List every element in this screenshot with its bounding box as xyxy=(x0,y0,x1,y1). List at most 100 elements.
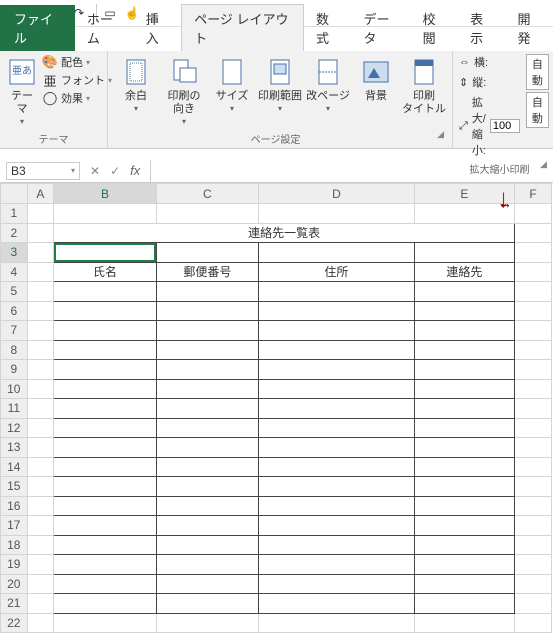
cell[interactable] xyxy=(156,438,258,458)
cell[interactable] xyxy=(27,379,54,399)
row-header[interactable]: 4 xyxy=(1,262,28,282)
cell[interactable] xyxy=(54,379,156,399)
scale-input[interactable] xyxy=(490,119,520,133)
cell[interactable] xyxy=(27,613,54,633)
cell[interactable] xyxy=(259,438,415,458)
col-header-d[interactable]: D xyxy=(259,184,415,204)
cell[interactable] xyxy=(27,223,54,243)
cell[interactable] xyxy=(156,535,258,555)
cell[interactable] xyxy=(515,282,552,302)
cell[interactable] xyxy=(27,262,54,282)
cell[interactable] xyxy=(414,555,514,575)
title-cell[interactable]: 連絡先一覧表 xyxy=(54,223,515,243)
cell[interactable] xyxy=(414,418,514,438)
cell[interactable] xyxy=(54,555,156,575)
cell[interactable] xyxy=(54,457,156,477)
cell[interactable] xyxy=(156,496,258,516)
row-header[interactable]: 3 xyxy=(1,243,28,263)
cell[interactable] xyxy=(259,477,415,497)
cell[interactable] xyxy=(156,340,258,360)
cell[interactable] xyxy=(27,516,54,536)
row-header[interactable]: 6 xyxy=(1,301,28,321)
cell[interactable] xyxy=(414,457,514,477)
cell[interactable] xyxy=(259,360,415,380)
cell[interactable] xyxy=(54,574,156,594)
cell[interactable] xyxy=(259,574,415,594)
row-header[interactable]: 1 xyxy=(1,204,28,224)
cell[interactable] xyxy=(156,457,258,477)
enter-icon[interactable]: ✓ xyxy=(110,164,120,178)
cell[interactable] xyxy=(27,340,54,360)
themes-button[interactable]: 亜あ テーマ ▾ xyxy=(6,54,38,126)
cell[interactable] xyxy=(515,496,552,516)
cell[interactable] xyxy=(259,457,415,477)
cell[interactable] xyxy=(414,535,514,555)
cell[interactable] xyxy=(54,399,156,419)
cell[interactable] xyxy=(156,555,258,575)
cell[interactable] xyxy=(515,262,552,282)
cell[interactable] xyxy=(259,555,415,575)
cell[interactable] xyxy=(54,282,156,302)
row-header[interactable]: 5 xyxy=(1,282,28,302)
col-header-a[interactable]: A xyxy=(27,184,54,204)
dialog-launcher-icon[interactable]: ◢ xyxy=(437,129,446,148)
cell[interactable] xyxy=(414,477,514,497)
cell[interactable]: 連絡先 xyxy=(414,262,514,282)
cell[interactable] xyxy=(156,574,258,594)
cell[interactable] xyxy=(414,496,514,516)
cell[interactable] xyxy=(27,555,54,575)
cell[interactable] xyxy=(27,457,54,477)
cell[interactable] xyxy=(27,301,54,321)
cell[interactable] xyxy=(156,418,258,438)
cell[interactable] xyxy=(515,301,552,321)
row-header[interactable]: 21 xyxy=(1,594,28,614)
cell[interactable] xyxy=(54,535,156,555)
cell[interactable] xyxy=(259,340,415,360)
tab-view[interactable]: 表示 xyxy=(458,5,505,51)
height-auto-button[interactable]: 自動 xyxy=(526,92,549,128)
breaks-button[interactable]: 改ページ▾ xyxy=(306,54,350,113)
cell[interactable] xyxy=(414,574,514,594)
cell[interactable]: 氏名 xyxy=(54,262,156,282)
cell[interactable] xyxy=(259,516,415,536)
cell[interactable] xyxy=(27,477,54,497)
cell[interactable] xyxy=(259,379,415,399)
cell[interactable] xyxy=(27,282,54,302)
cell[interactable] xyxy=(156,321,258,341)
cell[interactable] xyxy=(259,496,415,516)
cell[interactable] xyxy=(515,457,552,477)
tab-data[interactable]: データ xyxy=(351,5,410,51)
cell[interactable] xyxy=(27,418,54,438)
cell[interactable] xyxy=(27,243,54,263)
cell[interactable] xyxy=(515,321,552,341)
cell[interactable] xyxy=(27,574,54,594)
tab-insert[interactable]: 挿入 xyxy=(134,5,181,51)
cell[interactable] xyxy=(515,516,552,536)
cell[interactable] xyxy=(156,360,258,380)
cell[interactable] xyxy=(27,360,54,380)
cell[interactable] xyxy=(54,594,156,614)
row-header[interactable]: 12 xyxy=(1,418,28,438)
cell[interactable] xyxy=(515,574,552,594)
cell[interactable] xyxy=(414,613,514,633)
row-header[interactable]: 7 xyxy=(1,321,28,341)
cell[interactable] xyxy=(259,535,415,555)
cell[interactable] xyxy=(515,379,552,399)
cell[interactable] xyxy=(259,204,415,224)
row-header[interactable]: 17 xyxy=(1,516,28,536)
cell[interactable] xyxy=(414,243,514,263)
cell[interactable] xyxy=(156,204,258,224)
row-header[interactable]: 10 xyxy=(1,379,28,399)
col-header-f[interactable]: F xyxy=(515,184,552,204)
tab-home[interactable]: ホーム xyxy=(75,5,134,51)
select-all-corner[interactable] xyxy=(1,184,28,204)
cell[interactable] xyxy=(259,321,415,341)
cell[interactable] xyxy=(27,204,54,224)
row-header[interactable]: 19 xyxy=(1,555,28,575)
tab-file[interactable]: ファイル xyxy=(0,5,75,51)
cell[interactable] xyxy=(414,516,514,536)
row-header[interactable]: 15 xyxy=(1,477,28,497)
row-header[interactable]: 9 xyxy=(1,360,28,380)
cell[interactable] xyxy=(414,282,514,302)
tab-review[interactable]: 校閲 xyxy=(411,5,458,51)
